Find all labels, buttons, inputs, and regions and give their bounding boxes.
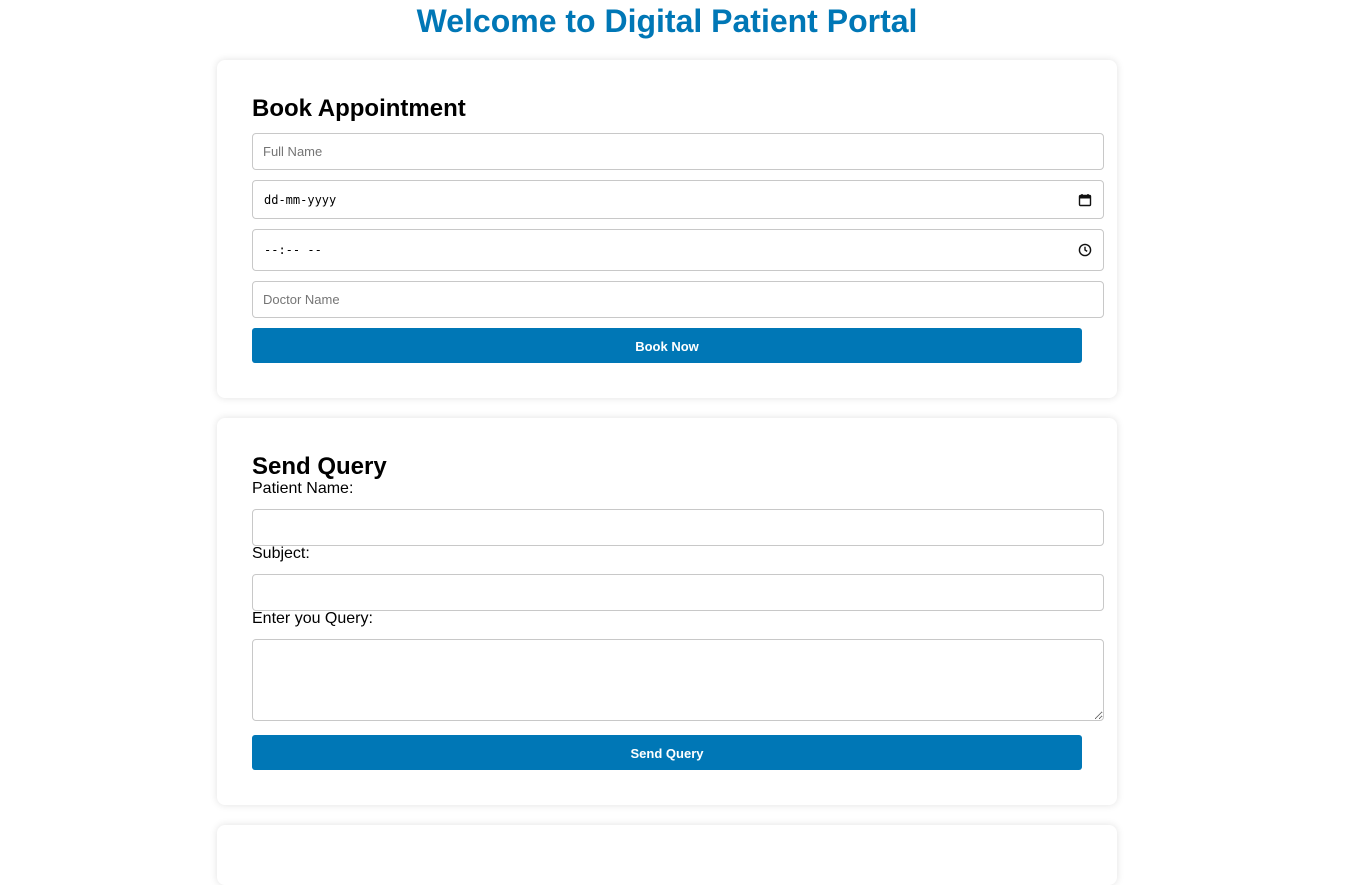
next-card bbox=[217, 825, 1117, 885]
appointment-date-input[interactable]: dd-mm-yyyy bbox=[252, 180, 1104, 219]
book-appointment-card: Book Appointment dd-mm-yyyy --:-- -- Boo… bbox=[217, 60, 1117, 398]
clock-icon[interactable] bbox=[1078, 243, 1092, 257]
send-query-button[interactable]: Send Query bbox=[252, 735, 1082, 770]
calendar-icon[interactable] bbox=[1078, 193, 1092, 207]
full-name-input[interactable] bbox=[252, 133, 1104, 170]
doctor-name-input[interactable] bbox=[252, 281, 1104, 318]
patient-name-input[interactable] bbox=[252, 509, 1104, 546]
query-textarea[interactable] bbox=[252, 639, 1104, 721]
date-placeholder: dd-mm-yyyy bbox=[264, 192, 337, 207]
book-now-button[interactable]: Book Now bbox=[252, 328, 1082, 363]
subject-input[interactable] bbox=[252, 574, 1104, 611]
book-appointment-heading: Book Appointment bbox=[252, 95, 466, 122]
send-query-card: Send Query Patient Name: Subject: Enter … bbox=[217, 418, 1117, 805]
subject-label: Subject: bbox=[252, 545, 310, 562]
page-title: Welcome to Digital Patient Portal bbox=[416, 3, 918, 39]
appointment-time-input[interactable]: --:-- -- bbox=[252, 229, 1104, 271]
query-label: Enter you Query: bbox=[252, 610, 373, 627]
send-query-heading: Send Query bbox=[252, 453, 387, 480]
patient-name-label: Patient Name: bbox=[252, 480, 354, 497]
time-placeholder: --:-- -- bbox=[264, 243, 322, 257]
